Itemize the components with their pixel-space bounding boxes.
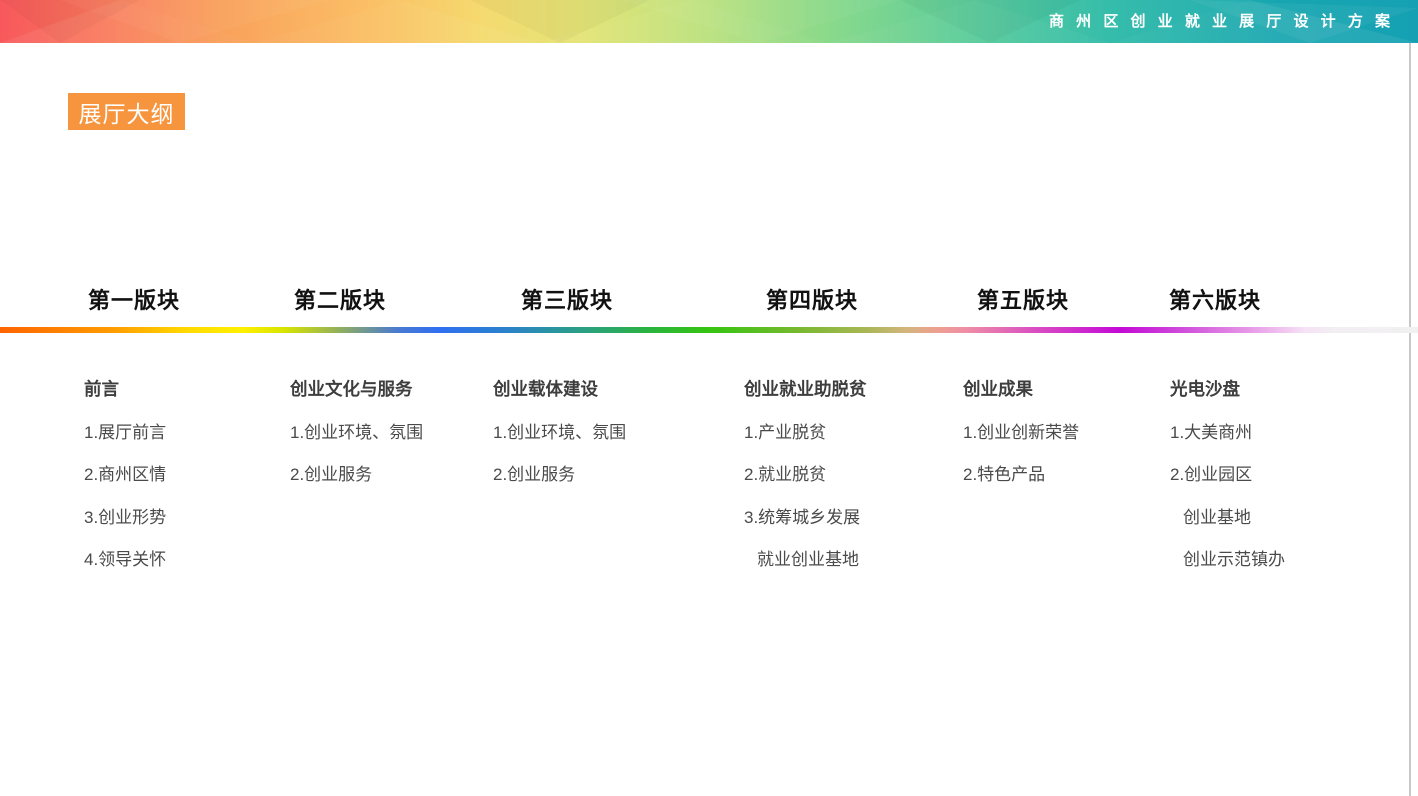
outline-item: 2.创业服务 [493,466,626,483]
band-header-6: 第六版块 [1169,283,1261,315]
outline-item: 2.创业服务 [290,466,423,483]
band-header-4: 第四版块 [766,283,858,315]
rainbow-divider [0,327,1418,333]
band-header-3: 第三版块 [521,283,613,315]
outline-column-5: 创业成果 1.创业创新荣誉 2.特色产品 [963,381,1079,509]
column-title: 光电沙盘 [1170,381,1285,399]
column-title: 创业文化与服务 [290,381,423,399]
outline-item: 1.创业环境、氛围 [290,424,423,441]
column-title: 创业成果 [963,381,1079,399]
outline-item: 1.创业创新荣誉 [963,424,1079,441]
outline-column-6: 光电沙盘 1.大美商州 2.创业园区 创业基地 创业示范镇办 [1170,381,1285,594]
outline-column-2: 创业文化与服务 1.创业环境、氛围 2.创业服务 [290,381,423,509]
outline-item: 2.特色产品 [963,466,1079,483]
outline-item: 创业示范镇办 [1170,551,1285,568]
column-title: 前言 [84,381,166,399]
outline-item: 1.大美商州 [1170,424,1285,441]
outline-item: 2.商州区情 [84,466,166,483]
outline-item: 3.统筹城乡发展 [744,509,867,526]
banner-title: 商 州 区 创 业 就 业 展 厅 设 计 方 案 [1049,0,1394,43]
band-header-2: 第二版块 [294,283,386,315]
outline-item: 就业创业基地 [744,551,867,568]
outline-item: 2.就业脱贫 [744,466,867,483]
slide: 商 州 区 创 业 就 业 展 厅 设 计 方 案 展厅大纲 第一版块 第二版块… [0,0,1418,796]
outline-item: 1.创业环境、氛围 [493,424,626,441]
outline-item: 4.领导关怀 [84,551,166,568]
page-label: 展厅大纲 [68,93,185,130]
outline-column-3: 创业载体建设 1.创业环境、氛围 2.创业服务 [493,381,626,509]
outline-item: 1.产业脱贫 [744,424,867,441]
column-title: 创业载体建设 [493,381,626,399]
outline-item: 创业基地 [1170,509,1285,526]
band-header-5: 第五版块 [977,283,1069,315]
outline-column-4: 创业就业助脱贫 1.产业脱贫 2.就业脱贫 3.统筹城乡发展 就业创业基地 [744,381,867,594]
outline-column-1: 前言 1.展厅前言 2.商州区情 3.创业形势 4.领导关怀 [84,381,166,594]
column-title: 创业就业助脱贫 [744,381,867,399]
band-header-1: 第一版块 [88,283,180,315]
outline-item: 3.创业形势 [84,509,166,526]
outline-item: 2.创业园区 [1170,466,1285,483]
scrollbar-track[interactable] [1409,43,1418,796]
outline-item: 1.展厅前言 [84,424,166,441]
top-banner: 商 州 区 创 业 就 业 展 厅 设 计 方 案 [0,0,1418,43]
